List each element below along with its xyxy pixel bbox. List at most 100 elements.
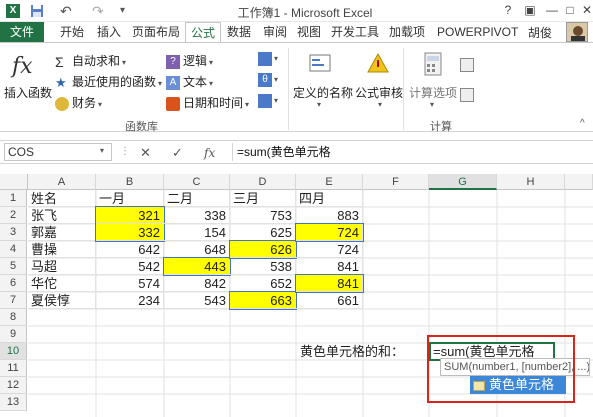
more-functions-icon[interactable] — [258, 94, 272, 108]
defined-names-button[interactable]: 定义的名称 — [293, 84, 353, 101]
customize-qat-icon[interactable]: ▾ — [120, 4, 134, 18]
save-icon[interactable] — [30, 4, 44, 18]
close-icon[interactable]: ✕ — [579, 3, 593, 17]
calc-options-button[interactable]: 计算选项 — [409, 84, 457, 101]
text-button[interactable]: A 文本 ▾ — [166, 73, 213, 90]
formula-input[interactable]: =sum(黄色单元格 — [232, 143, 590, 161]
column-header[interactable]: G — [429, 174, 497, 190]
header-cell[interactable]: 一月 — [96, 190, 164, 207]
tab-review[interactable]: 审阅 — [258, 22, 292, 42]
tab-page-layout[interactable]: 页面布局 — [127, 22, 185, 42]
select-all-corner[interactable] — [0, 174, 28, 190]
header-cell[interactable]: 四月 — [296, 190, 363, 207]
logical-button[interactable]: ? 逻辑 ▾ — [166, 52, 213, 69]
calculate-now-icon[interactable] — [460, 58, 474, 72]
value-cell[interactable]: 841 — [296, 258, 363, 275]
row-header[interactable]: 12 — [0, 377, 27, 394]
row-header[interactable]: 11 — [0, 360, 27, 377]
row-header[interactable]: 5 — [0, 258, 27, 275]
value-cell[interactable]: 883 — [296, 207, 363, 224]
column-header[interactable]: E — [296, 174, 363, 190]
name-cell[interactable]: 曹操 — [28, 241, 96, 258]
tab-developer[interactable]: 开发工具 — [326, 22, 384, 42]
collapse-ribbon-icon[interactable]: ^ — [580, 118, 585, 129]
header-cell[interactable]: 姓名 — [28, 190, 96, 207]
row-header[interactable]: 6 — [0, 275, 27, 292]
column-header[interactable]: D — [230, 174, 296, 190]
tab-addins[interactable]: 加载项 — [384, 22, 430, 42]
sum-label-cell[interactable]: 黄色单元格的和： — [300, 343, 404, 360]
row-header[interactable]: 10 — [0, 343, 27, 360]
row-header[interactable]: 7 — [0, 292, 27, 309]
tab-powerpivot[interactable]: POWERPIVOT — [432, 22, 523, 42]
row-header[interactable]: 9 — [0, 326, 27, 343]
math-icon[interactable]: θ — [258, 73, 272, 87]
name-cell[interactable]: 夏侯惇 — [28, 292, 96, 309]
value-cell[interactable]: 648 — [164, 241, 230, 258]
row-header[interactable]: 2 — [0, 207, 27, 224]
value-cell[interactable]: 543 — [164, 292, 230, 309]
recent-functions-button[interactable]: ★ 最近使用的函数 ▾ — [55, 73, 162, 90]
calc-options-icon[interactable] — [423, 52, 443, 76]
value-cell[interactable]: 625 — [230, 224, 296, 241]
insert-function-button[interactable]: 插入函数 — [4, 84, 52, 101]
name-cell[interactable]: 郭嘉 — [28, 224, 96, 241]
formula-audit-icon[interactable] — [366, 52, 390, 74]
defined-names-icon[interactable] — [308, 52, 332, 74]
name-box[interactable]: COS — [4, 143, 112, 161]
undo-icon[interactable]: ↶ — [60, 4, 74, 18]
enter-icon[interactable]: ✓ — [172, 145, 183, 161]
financial-button[interactable]: 财务 ▾ — [55, 94, 102, 111]
name-cell[interactable]: 张飞 — [28, 207, 96, 224]
row-header[interactable]: 13 — [0, 394, 27, 411]
calculate-sheet-icon[interactable] — [460, 88, 474, 102]
column-header[interactable]: B — [96, 174, 164, 190]
datetime-button[interactable]: 日期和时间 ▾ — [166, 94, 249, 111]
tab-view[interactable]: 视图 — [292, 22, 326, 42]
value-cell[interactable]: 538 — [230, 258, 296, 275]
value-cell[interactable]: 652 — [230, 275, 296, 292]
column-header[interactable]: C — [164, 174, 230, 190]
autosum-button[interactable]: Σ 自动求和 ▾ — [55, 52, 126, 69]
value-cell[interactable]: 234 — [96, 292, 164, 309]
row-header[interactable]: 8 — [0, 309, 27, 326]
formula-audit-button[interactable]: 公式审核 — [355, 84, 403, 101]
avatar[interactable] — [566, 22, 588, 42]
name-box-dropdown-icon[interactable]: ▾ — [100, 146, 104, 155]
value-cell[interactable]: 753 — [230, 207, 296, 224]
tab-data[interactable]: 数据 — [222, 22, 256, 42]
tab-formulas[interactable]: 公式 — [185, 22, 222, 43]
column-header[interactable]: H — [497, 174, 565, 190]
header-cell[interactable]: 三月 — [230, 190, 296, 207]
user-name[interactable]: 胡俊 — [528, 24, 552, 41]
value-cell[interactable]: 842 — [164, 275, 230, 292]
help-icon[interactable]: ? — [500, 3, 516, 17]
value-cell[interactable]: 154 — [164, 224, 230, 241]
value-cell[interactable]: 574 — [96, 275, 164, 292]
fx-icon[interactable]: fx — [204, 146, 215, 160]
column-header[interactable]: A — [28, 174, 96, 190]
lookup-icon[interactable] — [258, 52, 272, 66]
name-cell[interactable]: 华佗 — [28, 275, 96, 292]
value-cell[interactable]: 661 — [296, 292, 363, 309]
insert-function-icon[interactable]: fx — [12, 54, 33, 79]
column-header[interactable]: F — [363, 174, 429, 190]
tab-insert[interactable]: 插入 — [92, 22, 126, 42]
tab-home[interactable]: 开始 — [55, 22, 89, 42]
minimize-icon[interactable]: — — [544, 3, 560, 17]
value-cell[interactable]: 642 — [96, 241, 164, 258]
value-cell[interactable]: 724 — [296, 241, 363, 258]
header-cell[interactable]: 二月 — [164, 190, 230, 207]
value-cell[interactable]: 338 — [164, 207, 230, 224]
name-cell[interactable]: 马超 — [28, 258, 96, 275]
maximize-icon[interactable]: □ — [562, 3, 578, 17]
column-header[interactable] — [565, 174, 593, 190]
ribbon-display-icon[interactable]: ▣ — [522, 3, 538, 17]
row-header[interactable]: 1 — [0, 190, 27, 207]
row-header[interactable]: 4 — [0, 241, 27, 258]
redo-icon[interactable]: ↷ — [92, 4, 106, 18]
value-cell[interactable]: 542 — [96, 258, 164, 275]
tab-file[interactable]: 文件 — [0, 22, 45, 42]
row-header[interactable]: 3 — [0, 224, 27, 241]
cancel-icon[interactable]: ✕ — [140, 145, 151, 161]
